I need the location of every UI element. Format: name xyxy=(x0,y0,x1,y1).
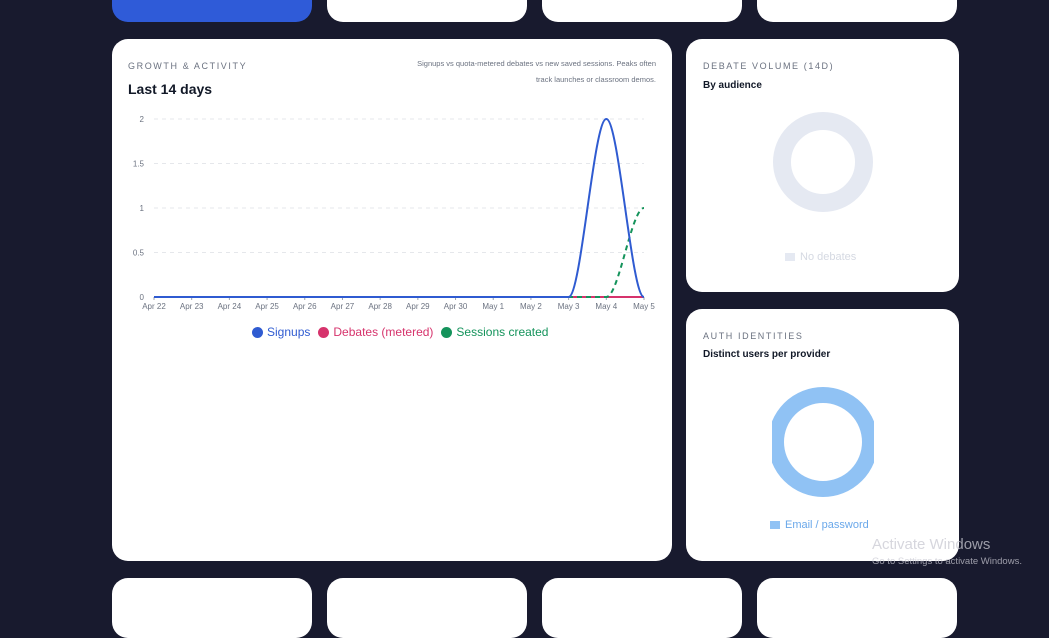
debate-volume-legend: No debates xyxy=(785,251,856,263)
x-tick-label: Apr 27 xyxy=(331,302,355,311)
x-tick-label: May 1 xyxy=(482,302,504,311)
x-tick-label: May 2 xyxy=(520,302,542,311)
legend-item-signups[interactable]: Signups xyxy=(252,325,310,339)
auth-identities-card: AUTH IDENTITIES Distinct users per provi… xyxy=(686,309,959,561)
legend-dot xyxy=(318,326,330,338)
debate-volume-legend-label: No debates xyxy=(800,251,857,263)
auth-legend-label: Email / password xyxy=(785,519,869,531)
auth-legend-swatch xyxy=(770,521,780,529)
y-tick-label: 0.5 xyxy=(133,249,145,258)
chart-legend: Signups Debates (metered) Sessions created xyxy=(252,325,548,339)
legend-dot xyxy=(252,326,263,338)
watermark-subtitle: Go to Settings to activate Windows. xyxy=(872,556,1022,567)
y-tick-label: 1 xyxy=(140,204,145,213)
bottom-card-3[interactable] xyxy=(542,578,742,638)
top-card-2[interactable] xyxy=(327,0,527,22)
legend-dot xyxy=(441,326,453,338)
debate-volume-donut xyxy=(773,112,873,212)
debate-volume-eyebrow: DEBATE VOLUME (14D) xyxy=(703,61,835,71)
x-tick-label: Apr 30 xyxy=(444,302,468,311)
x-tick-label: Apr 28 xyxy=(368,302,392,311)
auth-ring xyxy=(772,387,874,497)
top-card-4[interactable] xyxy=(757,0,957,22)
auth-donut xyxy=(772,387,874,497)
x-tick-label: Apr 24 xyxy=(218,302,242,311)
x-tick-label: May 4 xyxy=(595,302,617,311)
growth-line-chart: 0 0.5 1 1.5 2 Apr 22 Apr 23 Apr 24 Apr 25 Apr 26 A… xyxy=(133,115,656,311)
bottom-card-2[interactable] xyxy=(327,578,527,638)
debate-volume-legend-swatch xyxy=(785,253,795,261)
legend-label: Sessions created xyxy=(456,325,549,339)
top-card-3[interactable] xyxy=(542,0,742,22)
legend-item-sessions-created[interactable]: Sessions created xyxy=(441,325,548,339)
legend-label: Debates (metered) xyxy=(333,325,434,339)
legend-item-debates-metered[interactable]: Debates (metered) xyxy=(318,325,433,339)
debate-volume-card: DEBATE VOLUME (14D) By audience No debat… xyxy=(686,39,959,292)
x-tick-label: May 3 xyxy=(558,302,580,311)
debate-volume-ring xyxy=(773,112,873,212)
x-tick-label: Apr 25 xyxy=(255,302,279,311)
debate-volume-title: By audience xyxy=(703,80,762,91)
activate-windows-watermark: Activate Windows Go to Settings to activ… xyxy=(872,536,1022,567)
x-tick-label: Apr 23 xyxy=(180,302,204,311)
top-card-1[interactable] xyxy=(112,0,312,22)
y-tick-label: 0 xyxy=(140,293,145,302)
x-tick-label: Apr 29 xyxy=(406,302,430,311)
y-tick-label: 2 xyxy=(140,115,145,124)
auth-eyebrow: AUTH IDENTITIES xyxy=(703,331,804,341)
x-tick-label: May 5 xyxy=(633,302,655,311)
bottom-card-1[interactable] xyxy=(112,578,312,638)
auth-title: Distinct users per provider xyxy=(703,349,831,360)
x-tick-label: Apr 22 xyxy=(142,302,166,311)
watermark-title: Activate Windows xyxy=(872,536,991,553)
bottom-card-4[interactable] xyxy=(757,578,957,638)
auth-legend: Email / password xyxy=(770,519,869,531)
x-tick-label: Apr 26 xyxy=(293,302,317,311)
y-tick-label: 1.5 xyxy=(133,160,145,169)
growth-activity-card: GROWTH & ACTIVITY Last 14 days Signups v… xyxy=(112,39,672,561)
legend-label: Signups xyxy=(267,325,311,339)
